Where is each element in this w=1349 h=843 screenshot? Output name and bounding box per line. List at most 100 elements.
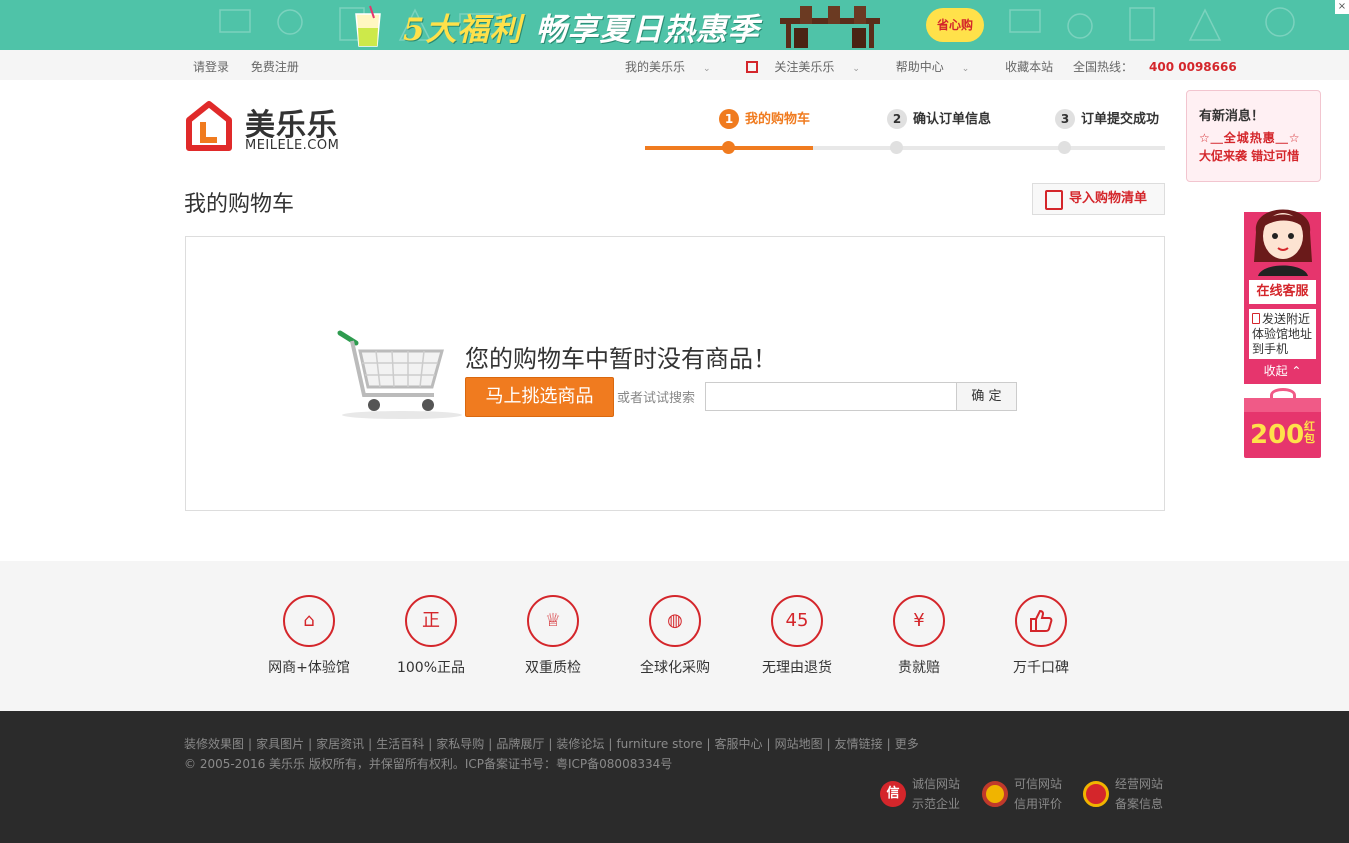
red-packet-widget[interactable]: 200 红包 — [1244, 388, 1321, 460]
logo-text-en: MEILELE.COM — [245, 138, 340, 153]
step-label: 我的购物车 — [745, 112, 811, 127]
banner-badge[interactable]: 省心购 — [926, 8, 984, 42]
feature-item[interactable]: 正 100%正品 — [370, 595, 492, 677]
cert-integrity[interactable]: 信 诚信网站 示范企业 — [880, 775, 970, 815]
return-45-icon: 45 — [771, 595, 823, 647]
footer-link[interactable]: 生活百科 — [376, 737, 424, 751]
thumbs-up-icon — [1015, 595, 1067, 647]
banner-title-highlight: 5大福利 — [403, 12, 522, 48]
step-dot — [722, 141, 735, 154]
house-logo-icon — [186, 101, 232, 151]
send-address-label: 发送附近体验馆地址到手机 — [1252, 312, 1313, 356]
search-confirm-button[interactable]: 确 定 — [956, 382, 1017, 411]
step-number: 3 — [1055, 109, 1075, 129]
follow-menu[interactable]: 关注美乐乐 ⌄ — [746, 60, 876, 74]
separator: | — [608, 737, 613, 751]
my-account-label: 我的美乐乐 — [625, 60, 686, 74]
business-license-icon — [1083, 781, 1109, 807]
thumbs-up-glyph — [1030, 609, 1053, 632]
feature-item[interactable]: ♕ 双重质检 — [492, 595, 614, 677]
hotline-number: 400 0098666 — [1149, 60, 1237, 74]
news-title: 有新消息！ — [1199, 109, 1265, 124]
site-logo[interactable]: 美乐乐 MEILELE.COM — [185, 100, 355, 154]
banner-close-icon[interactable]: × — [1335, 0, 1349, 14]
online-service-button[interactable]: 在线客服 — [1249, 280, 1316, 304]
copyright: © 2005-2016 美乐乐 版权所有，并保留所有权利。ICP备案证书号：粤I… — [184, 757, 673, 771]
feature-item[interactable]: ¥ 贵就赔 — [858, 595, 980, 677]
footer-link[interactable]: 友情链接 — [835, 737, 883, 751]
step-cart: 1 我的购物车 — [719, 108, 811, 154]
feature-label: 100%正品 — [396, 660, 466, 676]
shop-now-button[interactable]: 马上挑选商品 — [465, 377, 614, 417]
feature-label: 万千口碑 — [1013, 660, 1069, 676]
footer: 装修效果图 | 家具图片 | 家居资讯 | 生活百科 | 家私导购 | 品牌展厅 | 装修论坛 | furn… — [0, 711, 1349, 843]
step-number: 2 — [887, 109, 907, 129]
feature-label: 无理由退货 — [762, 660, 832, 676]
footer-link[interactable]: 品牌展厅 — [496, 737, 544, 751]
footer-link[interactable]: 客服中心 — [715, 737, 763, 751]
import-icon — [1045, 190, 1063, 210]
separator: | — [766, 737, 771, 751]
phone-icon — [1252, 313, 1260, 324]
login-link[interactable]: 请登录 — [193, 60, 229, 74]
separator: | — [368, 737, 373, 751]
page-title: 我的购物车 — [184, 192, 295, 217]
step-dot — [890, 141, 903, 154]
step-number: 1 — [719, 109, 739, 129]
separator: | — [826, 737, 831, 751]
footer-link[interactable]: 网站地图 — [775, 737, 823, 751]
red-packet-amount: 200 — [1250, 420, 1305, 450]
cert-line1: 可信网站 — [1014, 777, 1063, 791]
chevron-down-icon: ⌄ — [852, 64, 860, 74]
feature-item[interactable]: ◍ 全球化采购 — [614, 595, 736, 677]
feature-item[interactable]: 45 无理由退货 — [736, 595, 858, 677]
help-menu[interactable]: 帮助中心 ⌄ — [896, 60, 986, 74]
import-list-button[interactable]: 导入购物清单 — [1032, 183, 1165, 215]
shield-icon: 正 — [405, 595, 457, 647]
step-dot — [1058, 141, 1071, 154]
footer-link[interactable]: 更多 — [895, 737, 919, 751]
step-label: 确认订单信息 — [913, 112, 992, 127]
feature-item[interactable]: 万千口碑 — [980, 595, 1102, 677]
top-nav: 请登录 免费注册 我的美乐乐 ⌄ 关注美乐乐 ⌄ 帮助中心 ⌄ 收藏本站 全国热线： 4… — [0, 50, 1349, 80]
trophy-icon: ♕ — [527, 595, 579, 647]
feature-label: 贵就赔 — [898, 660, 940, 676]
separator: | — [548, 737, 553, 751]
cert-trusted[interactable]: 可信网站 信用评价 — [982, 775, 1072, 815]
dining-table-image — [780, 6, 880, 48]
footer-link[interactable]: 家私导购 — [436, 737, 484, 751]
my-account-menu[interactable]: 我的美乐乐 ⌄ — [625, 60, 727, 74]
checkout-steps: 1 我的购物车 2 确认订单信息 3 订单提交成功 — [645, 108, 1165, 154]
banner-title: 5大福利 畅享夏日热惠季 — [403, 4, 760, 49]
red-packet-unit: 红包 — [1304, 420, 1315, 445]
integrity-icon: 信 — [880, 781, 906, 807]
store-icon: ⌂ — [283, 595, 335, 647]
separator: | — [248, 737, 253, 751]
hotline-label: 全国热线： — [1073, 60, 1134, 74]
bookmark-link[interactable]: 收藏本站 — [1005, 60, 1053, 74]
footer-link[interactable]: 家居资讯 — [316, 737, 364, 751]
cert-business[interactable]: 经营网站 备案信息 — [1083, 775, 1173, 815]
send-address-button[interactable]: 发送附近体验馆地址到手机 — [1249, 309, 1316, 359]
step-order-submitted: 3 订单提交成功 — [1055, 108, 1159, 154]
lemonade-cup-icon — [355, 5, 381, 47]
search-input[interactable] — [705, 382, 957, 411]
footer-link[interactable]: 装修论坛 — [556, 737, 604, 751]
promo-banner[interactable]: 5大福利 畅享夏日热惠季 省心购 × — [0, 0, 1349, 50]
chevron-down-icon: ⌄ — [703, 64, 711, 74]
register-link[interactable]: 免费注册 — [251, 60, 299, 74]
feature-item[interactable]: ⌂ 网商+体验馆 — [248, 595, 370, 677]
step-confirm-order: 2 确认订单信息 — [887, 108, 992, 154]
fold-button[interactable]: 收起 ⌃ — [1244, 362, 1321, 379]
footer-link[interactable]: furniture store — [616, 737, 702, 751]
qr-code-icon — [746, 61, 759, 73]
separator: | — [488, 737, 493, 751]
globe-icon: ◍ — [649, 595, 701, 647]
banner-title-main: 畅享夏日热惠季 — [535, 12, 760, 48]
separator: | — [428, 737, 433, 751]
footer-link[interactable]: 家具图片 — [256, 737, 304, 751]
footer-link[interactable]: 装修效果图 — [184, 737, 244, 751]
agent-avatar — [1254, 209, 1312, 276]
shopping-cart-icon — [337, 330, 462, 419]
news-bubble[interactable]: 有新消息！ ☆＿全城热惠＿☆ 大促来袭 错过可惜 — [1186, 90, 1321, 182]
